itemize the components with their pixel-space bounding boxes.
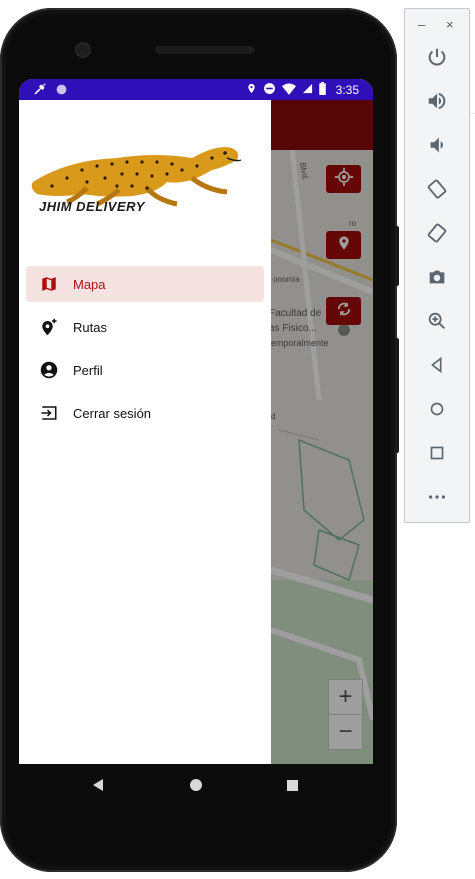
volume-down-icon[interactable]: [424, 132, 450, 158]
overview-icon[interactable]: [424, 440, 450, 466]
volume-up-icon[interactable]: [424, 88, 450, 114]
phone-power-button: [395, 226, 399, 286]
home-icon[interactable]: [424, 396, 450, 422]
zoom-icon[interactable]: [424, 308, 450, 334]
close-button[interactable]: ×: [446, 17, 454, 32]
phone-volume-button: [395, 338, 399, 453]
drawer-item-cerrar-sesion[interactable]: Cerrar sesión: [26, 395, 264, 431]
sync-dot-icon: [55, 83, 68, 99]
overview-icon[interactable]: [287, 780, 298, 791]
home-icon[interactable]: [190, 779, 202, 791]
more-icon[interactable]: [424, 484, 450, 510]
phone-screen: 3:35 Facultad de as Fisico... emporalmen…: [19, 79, 373, 764]
drawer-item-label: Cerrar sesión: [73, 405, 152, 421]
back-icon[interactable]: [93, 779, 103, 791]
back-icon[interactable]: [424, 352, 450, 378]
drawer-item-label: Perfil: [73, 362, 103, 378]
earpiece-speaker: [155, 46, 255, 54]
camera-icon[interactable]: [424, 264, 450, 290]
status-bar: 3:35: [19, 79, 373, 100]
drawer-item-label: Mapa: [73, 276, 106, 292]
battery-icon: [318, 82, 326, 98]
drawer-item-mapa[interactable]: Mapa: [26, 266, 264, 302]
drawer-item-label: Rutas: [73, 319, 107, 335]
navigation-drawer: JHIM DELIVERY Mapa Rutas Perfil Cerrar s…: [19, 100, 271, 764]
drawer-menu: Mapa Rutas Perfil Cerrar sesión: [26, 266, 264, 438]
wifi-icon: [281, 82, 296, 98]
drawer-item-rutas[interactable]: Rutas: [26, 309, 264, 345]
drawer-item-perfil[interactable]: Perfil: [26, 352, 264, 388]
rotate-right-icon[interactable]: [424, 220, 450, 246]
satellite-icon: [33, 82, 47, 99]
system-nav-bar: [19, 764, 373, 808]
front-camera: [77, 44, 89, 56]
location-icon: [246, 82, 257, 98]
signal-icon: [302, 83, 313, 97]
brand-name: JHIM DELIVERY: [39, 199, 145, 214]
emulator-controls-panel: – ×: [404, 8, 470, 523]
account-circle-icon: [40, 361, 58, 379]
rotate-left-icon[interactable]: [424, 176, 450, 202]
add-location-icon: [40, 318, 58, 336]
minimize-button[interactable]: –: [418, 17, 425, 32]
dnd-icon: [263, 82, 276, 98]
logout-icon: [40, 404, 58, 422]
map-icon: [40, 275, 58, 293]
status-time: 3:35: [335, 83, 359, 97]
power-icon[interactable]: [424, 44, 450, 70]
